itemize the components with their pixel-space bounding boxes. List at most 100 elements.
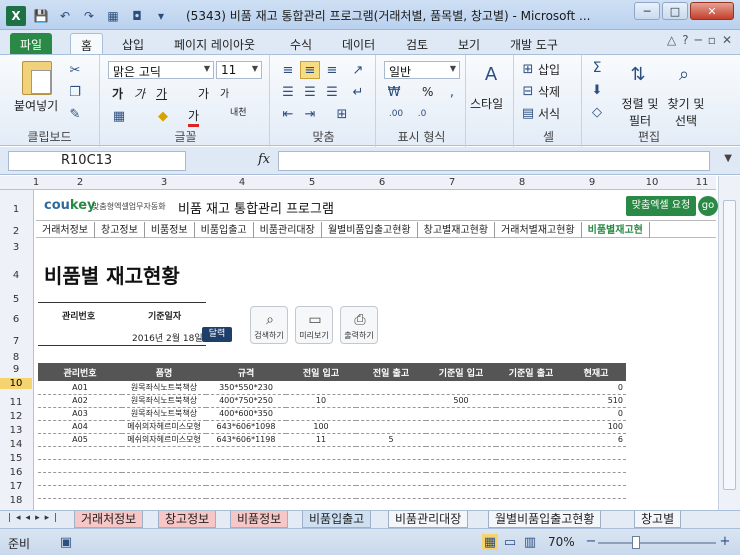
cell-mgmt-no[interactable]: A05	[38, 433, 122, 447]
tab-file[interactable]: 파일	[10, 33, 53, 54]
number-format-combo[interactable]: 일반 ▼	[384, 61, 460, 79]
tab-developer[interactable]: 개발 도구	[500, 33, 568, 54]
row-header[interactable]: 7	[0, 336, 32, 347]
row-header[interactable]: 2	[0, 226, 32, 237]
formula-input[interactable]	[278, 151, 710, 171]
table-icon[interactable]: ▦	[104, 7, 122, 25]
row-header[interactable]: 11	[0, 397, 32, 408]
fill-icon[interactable]: ⬇	[588, 81, 606, 99]
cell-stock[interactable]: 0	[566, 407, 626, 421]
sheet-tab[interactable]: 창고정보	[158, 511, 217, 528]
name-box[interactable]: R10C13	[8, 151, 186, 171]
font-name-combo[interactable]: 맑은 고딕 ▼	[108, 61, 214, 79]
cell-mgmt-no[interactable]: A01	[38, 381, 122, 395]
border-icon[interactable]: ▦	[110, 107, 128, 125]
row-header[interactable]: 4	[0, 270, 32, 281]
header-mgmt-no[interactable]: 관리번호	[38, 363, 122, 381]
accounting-format-icon[interactable]: ₩	[384, 83, 404, 101]
nav-item[interactable]: 월별비품입출고현황	[322, 222, 418, 238]
row-header[interactable]: 14	[0, 439, 32, 450]
column-header[interactable]: 11	[696, 177, 709, 188]
column-header[interactable]: 1	[33, 177, 39, 188]
sort-filter-icon[interactable]: ⇅	[624, 61, 652, 87]
merge-center-icon[interactable]: ⊞	[332, 105, 352, 123]
redo-icon[interactable]: ↷	[80, 7, 98, 25]
maximize-button[interactable]: □	[662, 2, 688, 20]
nav-item-active[interactable]: 비품별재고현	[582, 222, 650, 238]
worksheet[interactable]: 1 2 3 4 5 6 7 8 9 10 11 1 2 3 4 5 6 7 8 …	[0, 176, 740, 510]
decrease-indent-icon[interactable]: ⇤	[278, 105, 298, 123]
ribbon-collapse-icon[interactable]: △	[667, 33, 676, 47]
table-row[interactable]: A03 원목좌식노트북책상 400*600*350 0	[38, 407, 626, 421]
wrap-text-icon[interactable]: ↵	[348, 83, 368, 101]
row-header[interactable]: 1	[0, 204, 32, 215]
grow-font-button[interactable]: 가	[198, 85, 209, 102]
row-header[interactable]: 3	[0, 242, 32, 253]
row-header[interactable]: 18	[0, 495, 32, 506]
delete-cells-button[interactable]: 삭제	[538, 83, 560, 100]
paste-button[interactable]: 붙여넣기	[14, 97, 58, 114]
row-header[interactable]: 17	[0, 481, 32, 492]
column-header[interactable]: 5	[309, 177, 315, 188]
table-row[interactable]: A02 원목좌식노트북책상 400*750*250 10 500 510	[38, 394, 626, 408]
align-top-icon[interactable]: ≡	[278, 61, 298, 79]
styles-icon[interactable]: A	[478, 61, 504, 87]
tab-home[interactable]: 홈	[70, 33, 104, 54]
cell-base-out[interactable]	[496, 407, 566, 421]
sort-filter-button[interactable]: 정렬 및 필터	[618, 95, 662, 129]
nav-item[interactable]: 거래처정보	[36, 222, 95, 238]
percent-button[interactable]: %	[422, 85, 433, 99]
insert-function-icon[interactable]: fx	[258, 152, 270, 167]
align-middle-icon[interactable]: ≡	[300, 61, 320, 79]
autosum-icon[interactable]: Σ	[588, 59, 606, 77]
cell-base-in[interactable]	[426, 433, 496, 447]
sheet-nav-arrows-icon[interactable]: |◂◂▸▸|	[8, 513, 62, 523]
column-header[interactable]: 4	[239, 177, 245, 188]
cell-item-name[interactable]: 원목좌식노트북책상	[122, 381, 206, 395]
normal-view-icon[interactable]: ▦	[482, 534, 498, 550]
insert-cells-button[interactable]: 삽입	[538, 61, 560, 78]
row-header[interactable]: 15	[0, 453, 32, 464]
header-item-name[interactable]: 품명	[122, 363, 206, 381]
go-button[interactable]: go	[698, 196, 718, 216]
cell-base-out[interactable]	[496, 420, 566, 434]
increase-decimal-icon[interactable]: .00	[386, 105, 406, 123]
nav-item[interactable]: 비품관리대장	[254, 222, 322, 238]
increase-indent-icon[interactable]: ⇥	[300, 105, 320, 123]
nav-item[interactable]: 창고별재고현황	[418, 222, 496, 238]
font-size-combo[interactable]: 11 ▼	[216, 61, 262, 79]
cell-stock[interactable]: 510	[566, 394, 626, 408]
table-row-empty[interactable]	[38, 446, 626, 460]
header-stock[interactable]: 현재고	[566, 363, 626, 381]
cut-icon[interactable]: ✂	[66, 61, 84, 79]
cell-mgmt-no[interactable]: A04	[38, 420, 122, 434]
vertical-scrollbar[interactable]	[718, 176, 740, 510]
cell-item-name[interactable]: 메쉬의자헤르미스모형	[122, 433, 206, 447]
underline-button[interactable]: 가	[156, 85, 167, 102]
table-row-empty[interactable]	[38, 459, 626, 473]
cell-item-name[interactable]: 원목좌식노트북책상	[122, 394, 206, 408]
nav-item[interactable]: 비품입출고	[195, 222, 254, 238]
cell-item-name[interactable]: 메쉬의자헤르미스모형	[122, 420, 206, 434]
cell-spec[interactable]: 400*750*250	[206, 394, 286, 408]
header-prev-in[interactable]: 전일 입고	[286, 363, 356, 381]
shrink-font-button[interactable]: 가	[220, 85, 229, 100]
custom-excel-request-button[interactable]: 맞춤엑셀 요청	[626, 196, 696, 216]
column-header[interactable]: 10	[646, 177, 659, 188]
column-header[interactable]: 6	[379, 177, 385, 188]
row-header[interactable]: 9	[0, 364, 32, 375]
tab-view[interactable]: 보기	[448, 33, 490, 54]
align-bottom-icon[interactable]: ≡	[322, 61, 342, 79]
cell-base-in[interactable]	[426, 407, 496, 421]
row-header[interactable]: 8	[0, 352, 32, 363]
format-painter-icon[interactable]: ✎	[66, 105, 84, 123]
excel-logo-icon[interactable]: X	[6, 6, 26, 26]
cell-prev-in[interactable]: 100	[286, 420, 356, 434]
doc-restore-icon[interactable]: ▫	[708, 33, 716, 47]
nav-item[interactable]: 비품정보	[145, 222, 195, 238]
search-button[interactable]: ⌕ 검색하기	[250, 306, 288, 344]
format-cells-icon[interactable]: ▤	[520, 105, 536, 121]
find-select-button[interactable]: 찾기 및 선택	[664, 95, 708, 129]
fill-color-icon[interactable]: ◆	[154, 107, 172, 125]
align-center-icon[interactable]: ☰	[300, 83, 320, 101]
